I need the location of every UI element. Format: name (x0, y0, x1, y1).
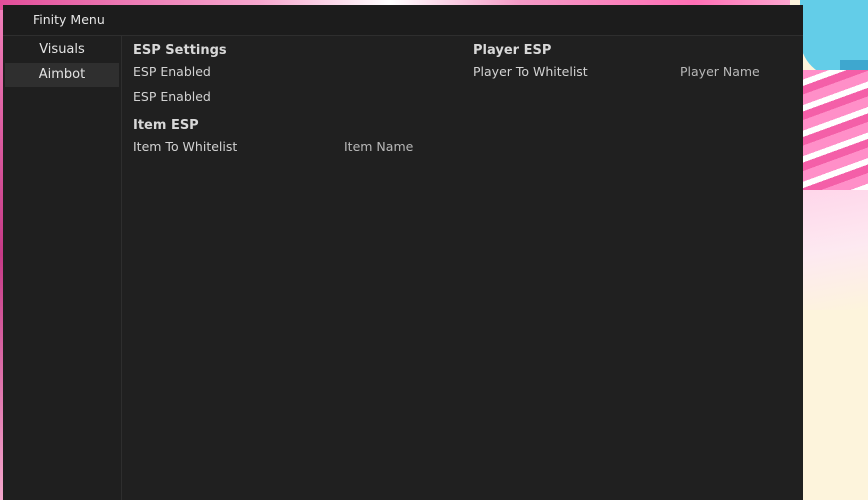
player-whitelist-label: Player To Whitelist (473, 64, 588, 79)
sidebar-item-visuals[interactable]: Visuals (5, 38, 119, 62)
main-panel: ESP Settings ESP Enabled ESP Enabled Ite… (122, 36, 803, 500)
item-whitelist-label: Item To Whitelist (133, 139, 238, 154)
title-bar[interactable]: Finity Menu (3, 5, 803, 36)
sidebar-item-aimbot[interactable]: Aimbot (5, 63, 119, 87)
game-viewport: Finity Menu Visuals Aimbot ESP Settings … (0, 0, 868, 500)
background-pink-swirl (800, 70, 868, 200)
section-title-player-esp: Player ESP (473, 43, 552, 58)
window-title: Finity Menu (33, 12, 105, 27)
esp-enabled-toggle-2[interactable]: ESP Enabled (133, 89, 211, 105)
esp-enabled-toggle[interactable]: ESP Enabled (133, 64, 211, 80)
player-name-input[interactable]: Player Name (680, 64, 800, 82)
item-name-input[interactable]: Item Name (344, 139, 464, 157)
background-pink-gradient (800, 190, 868, 310)
section-title-item-esp: Item ESP (133, 118, 199, 133)
sidebar: Visuals Aimbot (3, 36, 122, 500)
section-title-esp-settings: ESP Settings (133, 43, 227, 58)
menu-window: Finity Menu Visuals Aimbot ESP Settings … (3, 5, 803, 500)
